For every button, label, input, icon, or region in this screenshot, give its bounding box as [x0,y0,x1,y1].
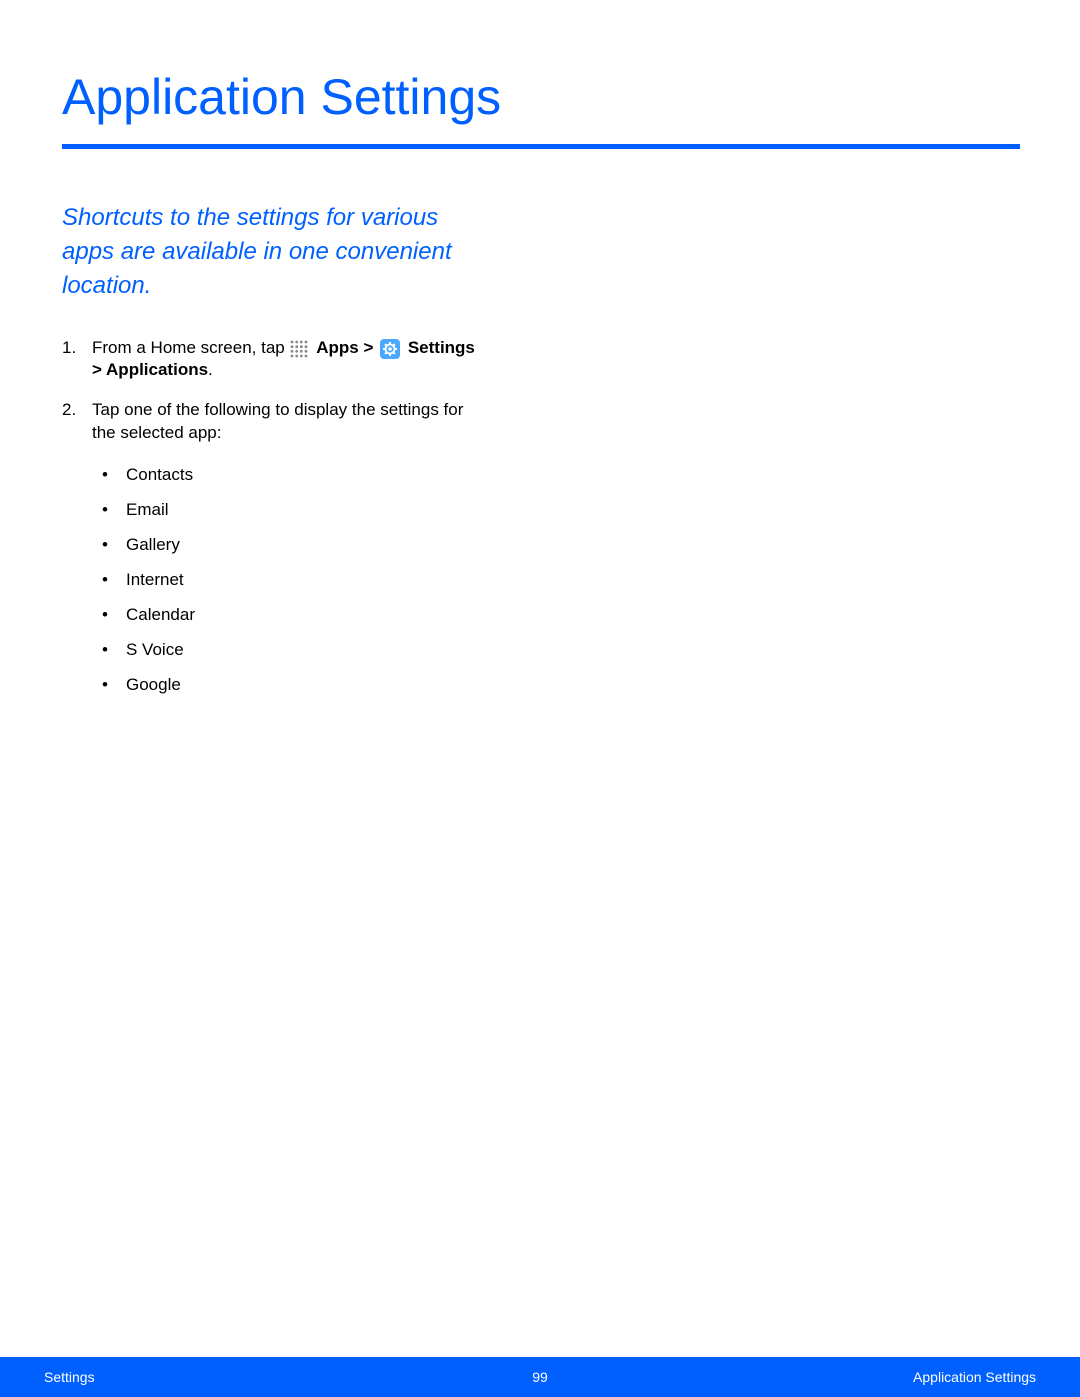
step1-prefix: From a Home screen, tap [92,338,285,357]
title-divider [62,144,1020,149]
list-item: S Voice [98,639,482,661]
footer-section-label: Settings [44,1369,375,1385]
footer-page-title: Application Settings [705,1369,1036,1385]
step1-apps-label: Apps [316,338,359,357]
content-column: Shortcuts to the settings for various ap… [62,201,482,696]
step1-settings-label: Settings [408,338,475,357]
settings-gear-icon [380,339,400,359]
step1-gt1: > [359,338,378,357]
list-item: Internet [98,569,482,591]
step-2: Tap one of the following to display the … [62,399,482,696]
page-title: Application Settings [62,68,1020,144]
step1-period: . [208,360,213,379]
step2-text: Tap one of the following to display the … [92,400,463,441]
list-item: Email [98,499,482,521]
list-item: Gallery [98,534,482,556]
list-item: Google [98,674,482,696]
intro-text: Shortcuts to the settings for various ap… [62,201,482,303]
step-1: From a Home screen, tap Apps > [62,337,482,381]
apps-grid-icon [290,340,308,358]
app-bullet-list: Contacts Email Gallery Internet Calendar… [92,464,482,697]
step1-line2-prefix: > [92,360,106,379]
footer-page-number: 99 [375,1369,706,1385]
step1-applications-label: Applications [106,360,208,379]
steps-list: From a Home screen, tap Apps > [62,337,482,696]
list-item: Calendar [98,604,482,626]
page-footer: Settings 99 Application Settings [0,1357,1080,1397]
list-item: Contacts [98,464,482,486]
